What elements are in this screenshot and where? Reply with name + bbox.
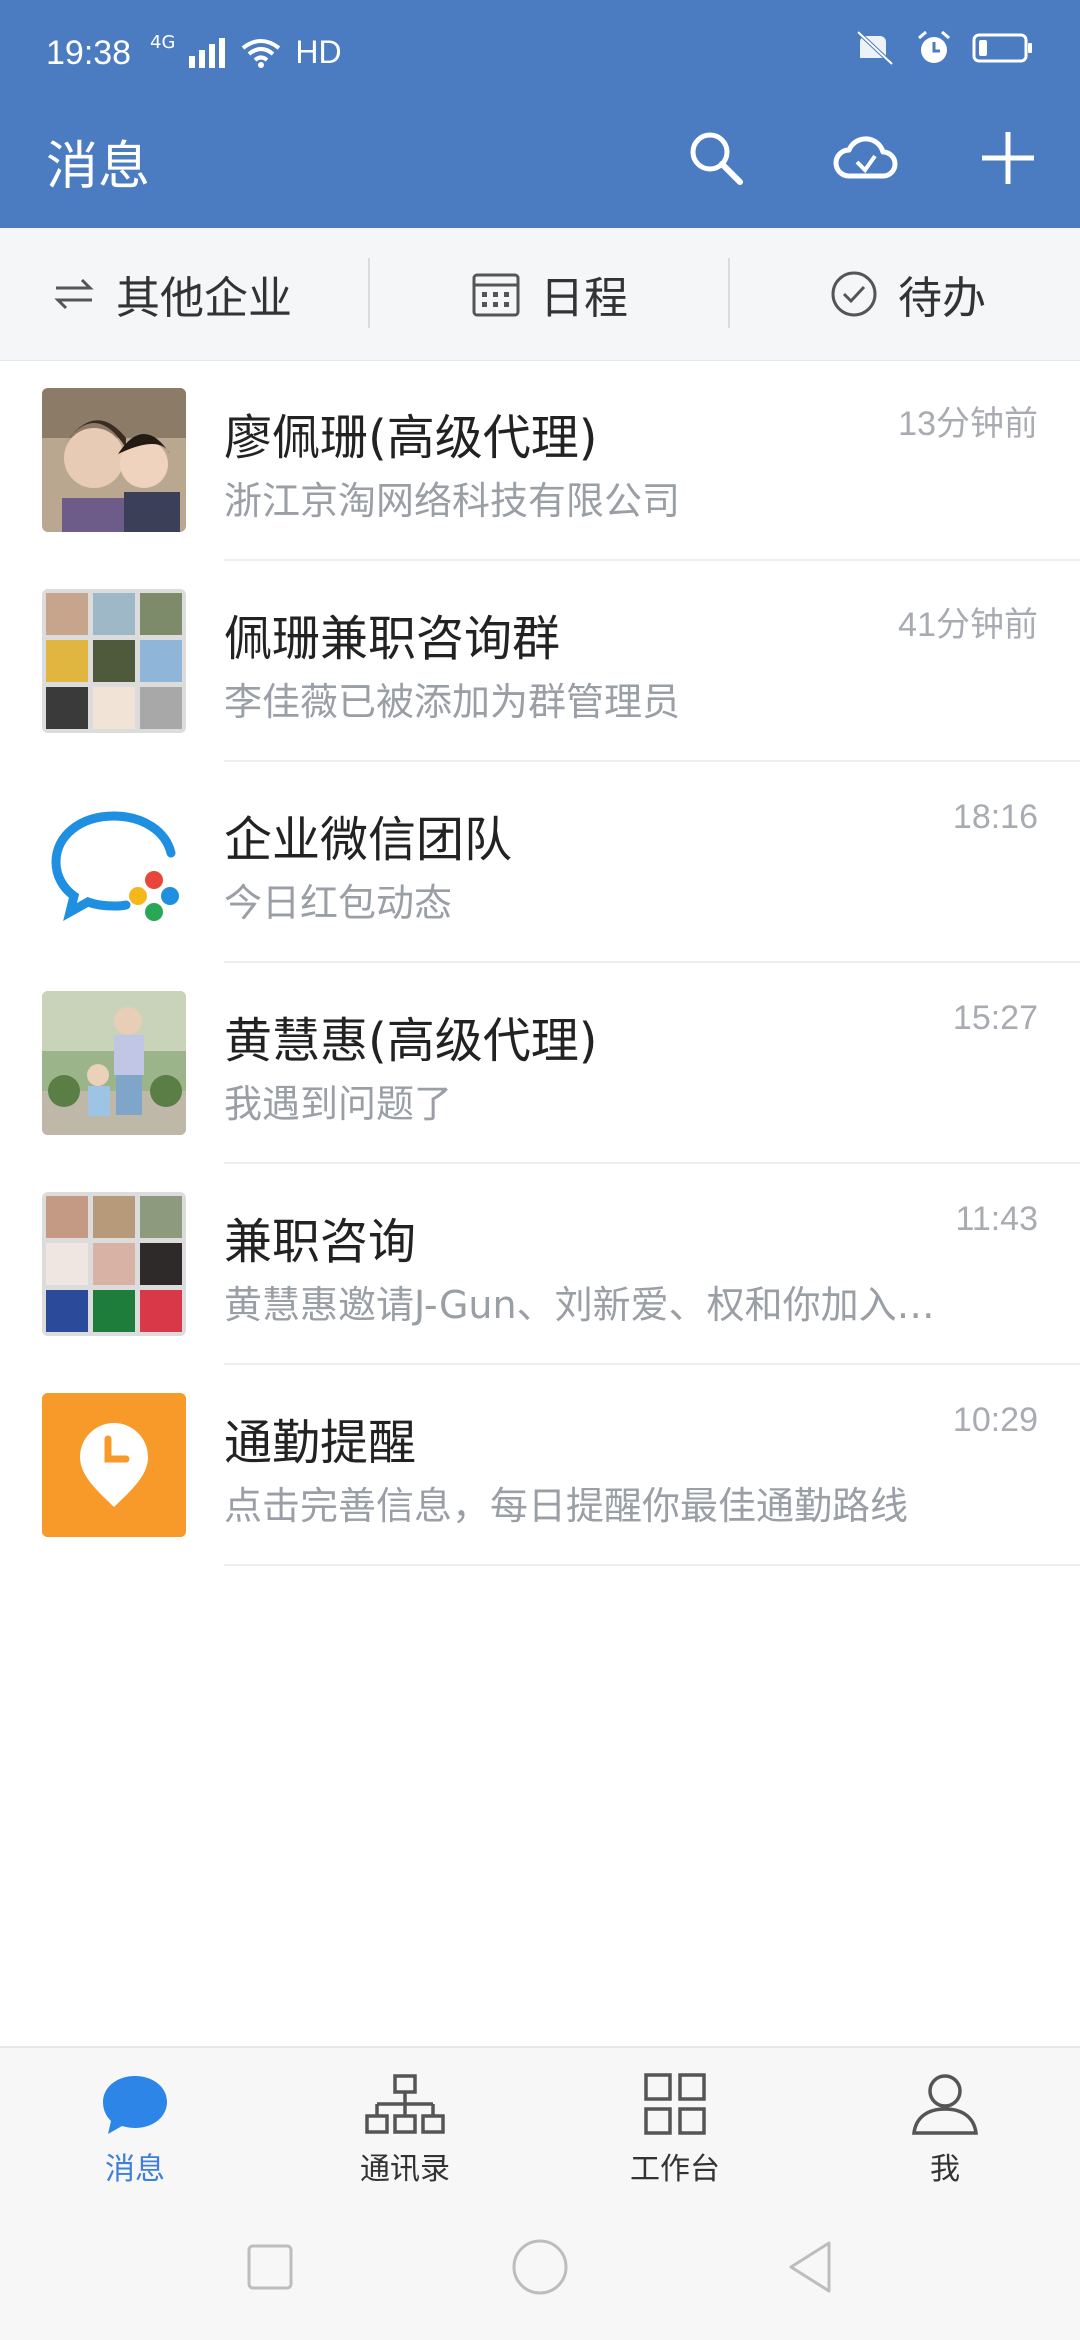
chat-row[interactable]: 佩珊兼职咨询群 李佳薇已被添加为群管理员 41分钟前 bbox=[0, 561, 1080, 762]
chat-name: 廖佩珊(高级代理) bbox=[224, 410, 598, 466]
quick-item-label: 待办 bbox=[898, 273, 986, 324]
chat-time: 18:16 bbox=[952, 798, 1038, 836]
wecom-logo-icon bbox=[42, 790, 186, 934]
switch-icon bbox=[54, 278, 94, 310]
chat-name: 企业微信团队 bbox=[224, 812, 513, 868]
chat-time: 41分钟前 bbox=[898, 606, 1038, 644]
avatar bbox=[42, 589, 186, 733]
quick-actions-bar: 其他企业 日程 待办 bbox=[0, 228, 1080, 361]
commute-icon bbox=[42, 1393, 186, 1537]
chat-list: 廖佩珊(高级代理) 浙江京淘网络科技有限公司 13分钟前 佩珊兼职咨询群 李佳薇… bbox=[0, 360, 1080, 1566]
chat-time: 10:29 bbox=[952, 1401, 1038, 1439]
page-title: 消息 bbox=[46, 137, 151, 197]
back-icon[interactable] bbox=[775, 2232, 845, 2302]
chat-row[interactable]: 兼职咨询 黄慧惠邀请J-Gun、刘新爱、权和你加入… 11:43 bbox=[0, 1164, 1080, 1365]
chat-name: 通勤提醒 bbox=[224, 1415, 417, 1471]
chat-name: 佩珊兼职咨询群 bbox=[224, 611, 561, 667]
quick-item-label: 其他企业 bbox=[116, 273, 292, 324]
chat-time: 13分钟前 bbox=[898, 405, 1038, 443]
cloud-icon[interactable] bbox=[830, 122, 902, 194]
avatar bbox=[42, 1192, 186, 1336]
chat-time: 15:27 bbox=[952, 999, 1038, 1037]
nav-label: 通讯录 bbox=[360, 2152, 450, 2187]
bottom-nav: 消息 通讯录 工作台 我 bbox=[0, 2046, 1080, 2198]
status-bar: 19:38 4G HD bbox=[0, 0, 1080, 106]
recent-apps-icon[interactable] bbox=[235, 2232, 305, 2302]
nav-label: 工作台 bbox=[630, 2152, 720, 2187]
home-icon[interactable] bbox=[505, 2232, 575, 2302]
chat-name: 黄慧惠(高级代理) bbox=[224, 1013, 598, 1069]
plus-icon[interactable] bbox=[972, 122, 1044, 194]
battery-icon bbox=[972, 33, 1032, 63]
divider bbox=[728, 258, 730, 328]
org-chart-icon bbox=[365, 2070, 445, 2138]
quick-item-other-companies[interactable]: 其他企业 bbox=[52, 228, 292, 360]
avatar bbox=[42, 388, 186, 532]
chat-time: 11:43 bbox=[955, 1200, 1038, 1238]
nav-label: 消息 bbox=[105, 2152, 165, 2187]
alarm-icon bbox=[918, 30, 950, 63]
nav-tab-workspace[interactable]: 工作台 bbox=[540, 2048, 810, 2198]
wifi-icon bbox=[242, 38, 281, 68]
chat-row[interactable]: 廖佩珊(高级代理) 浙江京淘网络科技有限公司 13分钟前 bbox=[0, 360, 1080, 561]
chat-row[interactable]: 黄慧惠(高级代理) 我遇到问题了 15:27 bbox=[0, 963, 1080, 1164]
app-header: 19:38 4G HD 消息 bbox=[0, 0, 1080, 228]
chat-preview: 李佳薇已被添加为群管理员 bbox=[224, 680, 681, 724]
nav-tab-me[interactable]: 我 bbox=[810, 2048, 1080, 2198]
chat-row[interactable]: 企业微信团队 今日红包动态 18:16 bbox=[0, 762, 1080, 963]
mute-vibrate-icon bbox=[856, 30, 894, 66]
status-time: 19:38 bbox=[46, 34, 132, 72]
signal-icon bbox=[189, 37, 226, 68]
chat-row[interactable]: 通勤提醒 点击完善信息，每日提醒你最佳通勤路线 10:29 bbox=[0, 1365, 1080, 1566]
chat-preview: 今日红包动态 bbox=[224, 881, 453, 925]
chat-preview: 我遇到问题了 bbox=[224, 1082, 453, 1126]
quick-item-todo[interactable]: 待办 bbox=[830, 228, 986, 360]
hd-indicator: HD bbox=[295, 34, 342, 70]
nav-label: 我 bbox=[930, 2152, 960, 2187]
divider bbox=[224, 1564, 1080, 1566]
network-type: 4G bbox=[150, 32, 176, 53]
avatar bbox=[42, 991, 186, 1135]
person-icon bbox=[910, 2070, 980, 2138]
quick-item-label: 日程 bbox=[540, 273, 628, 324]
chat-name: 兼职咨询 bbox=[224, 1214, 417, 1270]
chat-bubble-icon bbox=[99, 2070, 171, 2138]
grid-icon bbox=[643, 2070, 707, 2138]
system-nav-bar bbox=[0, 2196, 1080, 2340]
divider bbox=[368, 258, 370, 328]
nav-tab-messages[interactable]: 消息 bbox=[0, 2048, 270, 2198]
calendar-icon bbox=[472, 273, 520, 317]
chat-preview: 黄慧惠邀请J-Gun、刘新爱、权和你加入… bbox=[224, 1283, 935, 1327]
nav-tab-contacts[interactable]: 通讯录 bbox=[270, 2048, 540, 2198]
check-circle-icon bbox=[831, 271, 877, 317]
chat-preview: 点击完善信息，每日提醒你最佳通勤路线 bbox=[224, 1484, 909, 1528]
search-icon[interactable] bbox=[680, 122, 752, 194]
chat-preview: 浙江京淘网络科技有限公司 bbox=[224, 479, 681, 523]
quick-item-schedule[interactable]: 日程 bbox=[472, 228, 628, 360]
